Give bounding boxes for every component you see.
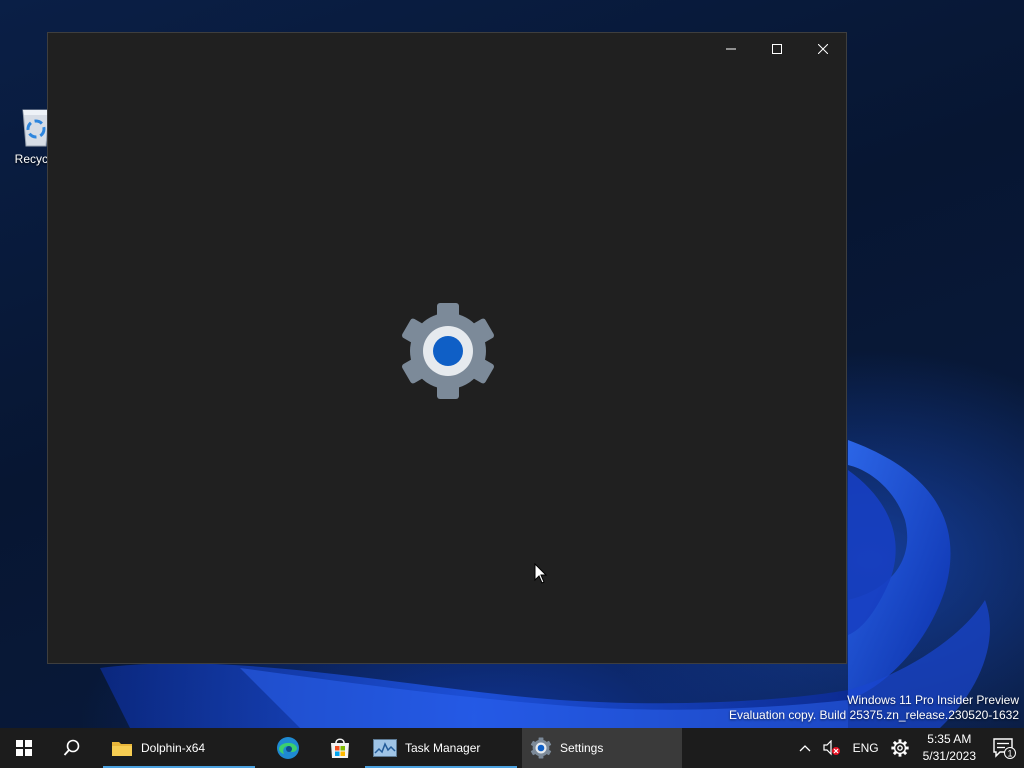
maximize-button[interactable]	[754, 33, 800, 65]
chevron-up-icon	[799, 745, 811, 752]
folder-icon	[112, 742, 132, 756]
windows-watermark: Windows 11 Pro Insider Preview Evaluatio…	[729, 693, 1019, 723]
show-hidden-icons-button[interactable]	[793, 728, 817, 768]
close-button[interactable]	[800, 33, 846, 65]
volume-muted-icon	[822, 740, 840, 756]
taskbar: Dolphin-x64 Task Manager Settings ENG 5:…	[0, 728, 1024, 768]
notification-count: 1	[1007, 748, 1012, 758]
taskbar-app-settings[interactable]: Settings	[522, 728, 682, 768]
volume-button[interactable]	[817, 728, 847, 768]
mouse-cursor-icon	[534, 563, 548, 584]
start-button[interactable]	[0, 728, 48, 768]
taskbar-app-edge[interactable]	[263, 728, 313, 768]
settings-icon	[530, 737, 552, 759]
edge-icon	[277, 737, 299, 759]
watermark-build: Evaluation copy. Build 25375.zn_release.…	[729, 708, 1019, 722]
clock-time: 5:35 AM	[927, 732, 972, 746]
taskbar-app-dolphin[interactable]: Dolphin-x64	[103, 728, 255, 768]
clock-date: 5/31/2023	[922, 749, 976, 763]
taskbar-app-task-manager[interactable]: Task Manager	[365, 728, 517, 768]
windows-logo-icon	[16, 740, 32, 756]
taskbar-app-label: Settings	[560, 741, 604, 755]
window-controls	[708, 33, 846, 65]
notification-icon: 1	[993, 738, 1016, 759]
minimize-icon	[726, 48, 736, 50]
notification-center-button[interactable]: 1	[984, 728, 1024, 768]
store-icon	[331, 738, 349, 758]
search-button[interactable]	[48, 728, 96, 768]
watermark-edition: Windows 11 Pro Insider Preview	[847, 693, 1019, 707]
taskbar-app-label: Dolphin-x64	[141, 741, 206, 755]
gear-icon	[890, 739, 909, 757]
clock[interactable]: 5:35 AM 5/31/2023	[915, 731, 984, 765]
close-icon	[818, 44, 828, 54]
taskbar-app-label: Task Manager	[405, 741, 481, 755]
settings-window[interactable]	[47, 32, 847, 664]
minimize-button[interactable]	[708, 33, 754, 65]
language-indicator[interactable]: ENG	[847, 728, 885, 768]
settings-gear-icon	[402, 303, 494, 399]
desktop: Recycle Windows 11 Pro Insider Preview E…	[0, 0, 1024, 728]
maximize-icon	[772, 44, 782, 54]
system-tray: ENG 5:35 AM 5/31/2023 1	[793, 728, 1024, 768]
task-manager-icon	[373, 739, 397, 757]
tray-settings-button[interactable]	[885, 728, 915, 768]
search-icon	[63, 739, 80, 756]
taskbar-app-store[interactable]	[315, 728, 365, 768]
